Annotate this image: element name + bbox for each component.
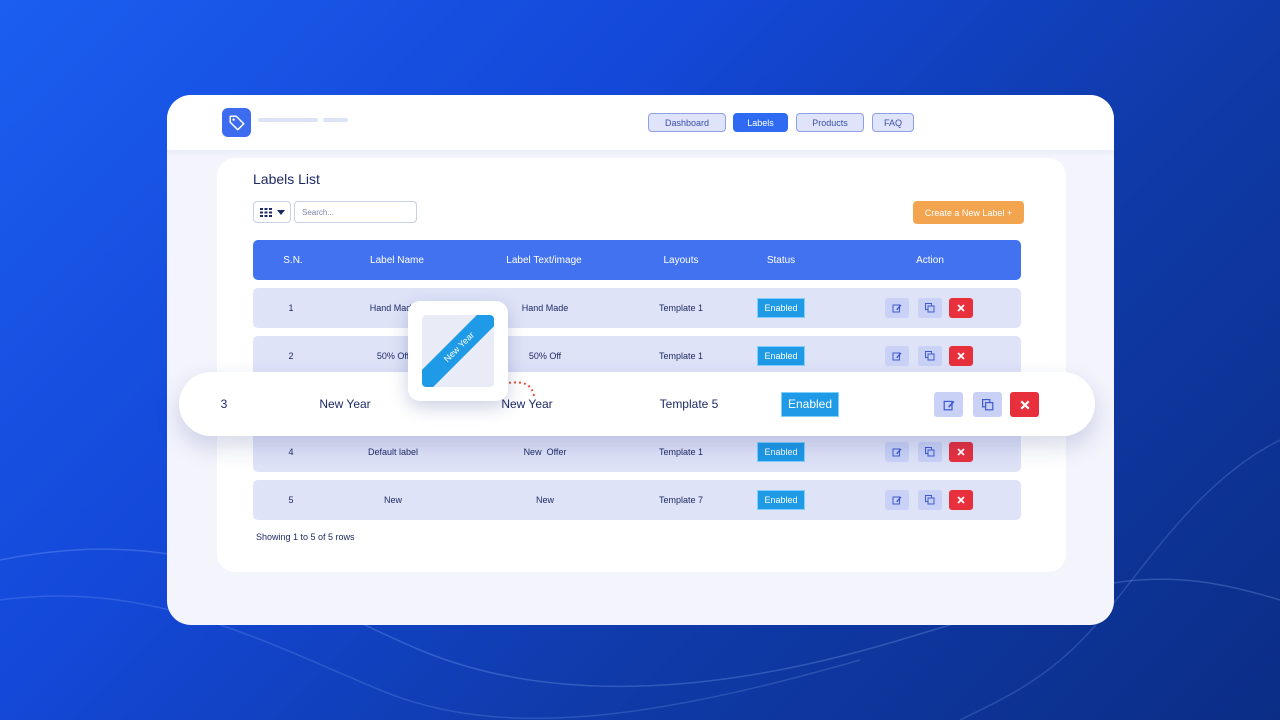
status-badge[interactable]: Enabled — [757, 346, 805, 366]
table-row: 2 50% Off 50% Off Template 1 Enabled — [253, 336, 1021, 376]
caret-down-icon — [276, 209, 285, 215]
edit-button[interactable] — [934, 392, 963, 417]
copy-button[interactable] — [973, 392, 1002, 417]
edit-icon — [892, 352, 902, 361]
tag-icon[interactable] — [222, 108, 251, 137]
status-cell: Enabled — [753, 288, 809, 328]
delete-button[interactable] — [949, 442, 973, 462]
delete-button[interactable] — [1010, 392, 1039, 417]
cell-label-text: New Offer — [523, 447, 567, 457]
edit-button[interactable] — [885, 346, 909, 366]
cell-sn: 3 — [220, 397, 228, 411]
cell-sn: 1 — [288, 303, 294, 313]
app-name-placeholder — [258, 118, 318, 122]
copy-button[interactable] — [918, 298, 942, 318]
copy-button[interactable] — [918, 346, 942, 366]
nav-faq[interactable]: FAQ — [872, 113, 914, 132]
table-row: 5 New New Template 7 Enabled — [253, 480, 1021, 520]
create-label-button[interactable]: Create a New Label + — [913, 201, 1024, 224]
delete-button[interactable] — [949, 346, 973, 366]
table-row: 4 Default label New Offer Template 1 Ena… — [253, 432, 1021, 472]
copy-icon — [981, 398, 993, 410]
copy-icon — [925, 495, 935, 505]
cell-layout: Template 7 — [658, 495, 704, 505]
copy-button[interactable] — [918, 490, 942, 510]
header-sn: S.N. — [283, 254, 303, 266]
top-navbar: Dashboard Labels Products FAQ — [167, 95, 1114, 150]
cell-layout: Template 1 — [658, 447, 704, 457]
nav-dashboard[interactable]: Dashboard — [648, 113, 726, 132]
status-badge[interactable]: Enabled — [757, 490, 805, 510]
close-icon — [957, 496, 965, 504]
label-preview-image: New Year — [422, 315, 494, 387]
status-badge[interactable]: Enabled — [757, 298, 805, 318]
cell-layout: Template 1 — [658, 303, 704, 313]
ribbon-label: New Year — [422, 315, 494, 387]
edit-icon — [943, 400, 954, 410]
close-icon — [1019, 399, 1030, 410]
cell-layout: Template 1 — [658, 351, 704, 361]
cell-sn: 5 — [288, 495, 294, 505]
cell-label-name: New — [383, 495, 402, 505]
view-toggle-button[interactable] — [253, 201, 291, 223]
status-badge[interactable]: Enabled — [757, 442, 805, 462]
pagination-info: Showing 1 to 5 of 5 rows — [256, 532, 355, 542]
edit-icon — [892, 304, 902, 313]
app-window: Dashboard Labels Products FAQ Labels Lis… — [167, 95, 1114, 625]
status-cell: Enabled — [753, 336, 809, 376]
header-action: Action — [916, 254, 944, 266]
edit-button[interactable] — [885, 442, 909, 462]
delete-button[interactable] — [949, 490, 973, 510]
edit-icon — [892, 496, 902, 505]
table-row: 1 Hand Made Hand Made Template 1 Enabled — [253, 288, 1021, 328]
label-preview-popup: New Year — [408, 301, 508, 401]
nav-labels[interactable]: Labels — [733, 113, 788, 132]
header-layouts: Layouts — [663, 254, 699, 266]
labels-panel: Labels List Create a New Label + S.N. La… — [217, 158, 1066, 572]
copy-icon — [925, 303, 935, 313]
copy-button[interactable] — [918, 442, 942, 462]
app-name-placeholder-2 — [323, 118, 348, 122]
delete-button[interactable] — [949, 298, 973, 318]
edit-button[interactable] — [885, 298, 909, 318]
grid-icon — [259, 207, 272, 217]
status-badge[interactable]: Enabled — [781, 391, 839, 417]
header-label-text: Label Text/image — [506, 254, 582, 266]
edit-icon — [892, 448, 902, 457]
close-icon — [957, 352, 965, 360]
cell-label-text: New — [535, 495, 554, 505]
cell-label-name: Default label — [367, 447, 419, 457]
table-header: S.N. Label Name Label Text/image Layouts… — [253, 240, 1021, 280]
header-status: Status — [766, 254, 796, 266]
status-cell: Enabled — [753, 432, 809, 472]
status-cell: Enabled — [780, 372, 840, 436]
search-input[interactable] — [294, 201, 417, 223]
nav-products[interactable]: Products — [796, 113, 864, 132]
header-label-name: Label Name — [370, 254, 424, 266]
copy-icon — [925, 447, 935, 457]
highlighted-table-row: 3 New Year New Year Template 5 Enabled — [179, 372, 1095, 436]
cell-layout: Template 5 — [659, 397, 719, 411]
cell-sn: 4 — [288, 447, 294, 457]
page-title: Labels List — [253, 171, 320, 187]
status-cell: Enabled — [753, 480, 809, 520]
close-icon — [957, 448, 965, 456]
cell-label-name: New Year — [319, 397, 371, 411]
cell-sn: 2 — [288, 351, 294, 361]
edit-button[interactable] — [885, 490, 909, 510]
close-icon — [957, 304, 965, 312]
copy-icon — [925, 351, 935, 361]
